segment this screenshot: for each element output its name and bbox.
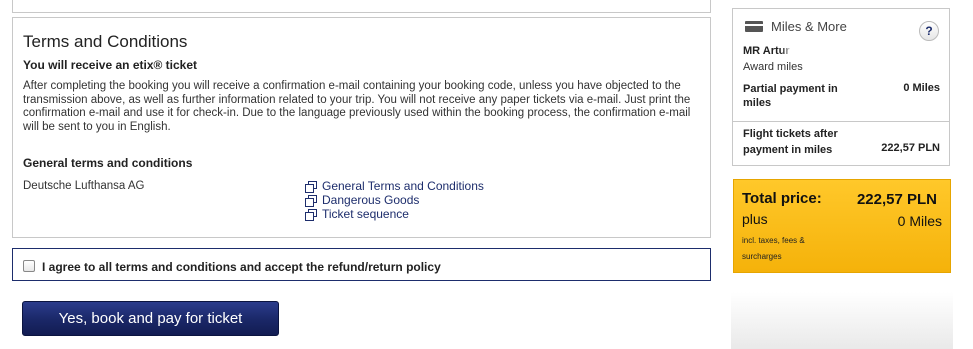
total-price-box: Total price: 222,57 PLN plus 0 Miles inc…: [733, 179, 951, 273]
total-price-label: Total price:: [742, 190, 822, 207]
help-button[interactable]: ?: [919, 21, 939, 41]
passenger-name: MR Artur: [743, 45, 790, 57]
miles-and-more-title: Miles & More: [771, 19, 847, 34]
general-terms-link-label: General Terms and Conditions: [322, 179, 484, 193]
dangerous-goods-link-label: Dangerous Goods: [322, 193, 420, 207]
external-window-icon: [305, 208, 317, 221]
sidebar-divider: [733, 121, 949, 122]
book-and-pay-button[interactable]: Yes, book and pay for ticket: [22, 301, 279, 336]
previous-section-panel: [12, 0, 711, 13]
agreement-panel: I agree to all terms and conditions and …: [12, 248, 711, 281]
external-window-icon: [305, 194, 317, 207]
flight-tickets-label: Flight tickets after payment in miles: [743, 128, 838, 156]
general-terms-link[interactable]: General Terms and Conditions: [305, 179, 484, 193]
miles-and-more-panel: Miles & More ? MR Artur Award miles Part…: [732, 8, 950, 166]
document-links: General Terms and Conditions Dangerous G…: [305, 179, 484, 221]
etix-subtitle: You will receive an etix® ticket: [23, 58, 198, 72]
ticket-sequence-link[interactable]: Ticket sequence: [305, 207, 484, 221]
total-miles-value: 0 Miles: [897, 213, 942, 229]
miles-and-more-header: Miles & More: [745, 19, 847, 34]
dangerous-goods-link[interactable]: Dangerous Goods: [305, 193, 484, 207]
external-window-icon: [305, 180, 317, 193]
sidebar-fade-panel: [731, 292, 953, 349]
award-miles-label: Award miles: [743, 61, 803, 73]
terms-panel: Terms and Conditions You will receive an…: [12, 17, 711, 238]
ticket-sequence-link-label: Ticket sequence: [322, 207, 409, 221]
carrier-name: Deutsche Lufthansa AG: [23, 180, 145, 192]
plus-label: plus: [742, 211, 768, 227]
terms-title: Terms and Conditions: [23, 32, 188, 51]
credit-card-icon: [745, 21, 763, 32]
partial-payment-value: 0 Miles: [903, 82, 940, 94]
partial-payment-label: Partial payment in miles: [743, 83, 838, 109]
gtc-heading: General terms and conditions: [23, 156, 193, 170]
total-price-value: 222,57 PLN: [856, 191, 937, 208]
terms-body-text: After completing the booking you will re…: [23, 80, 691, 133]
agree-checkbox[interactable]: [23, 260, 35, 272]
flight-tickets-value: 222,57 PLN: [881, 142, 940, 154]
taxes-note: incl. taxes, fees & surcharges: [742, 236, 805, 261]
agree-label[interactable]: I agree to all terms and conditions and …: [42, 260, 441, 274]
